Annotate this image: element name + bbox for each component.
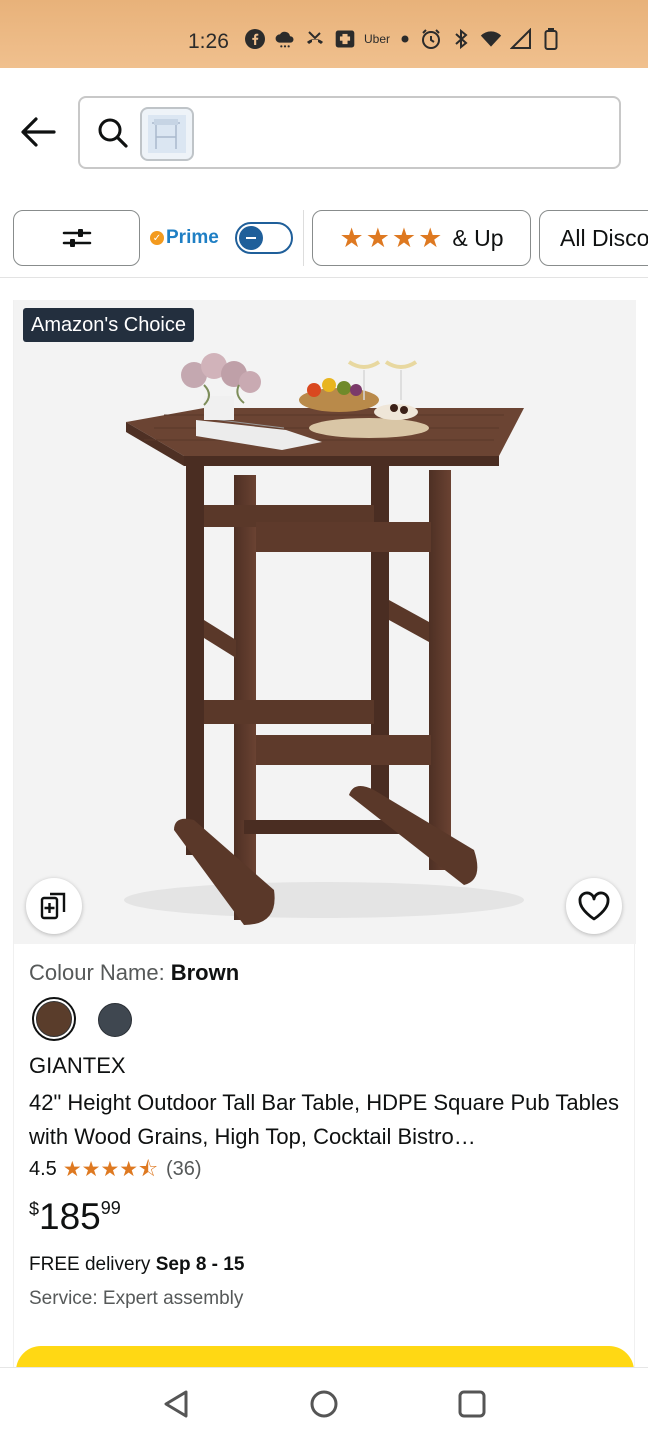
bar-table-image — [124, 353, 524, 925]
filter-row: ✓ Prime ★ ★ ★ ★ & Up All Disco — [0, 196, 648, 278]
arrow-left-icon — [21, 117, 56, 147]
nav-home-icon — [310, 1390, 338, 1418]
prime-check-icon: ✓ — [150, 231, 164, 245]
system-nav-bar — [0, 1367, 648, 1440]
star-icon: ★ — [391, 222, 417, 253]
filters-button[interactable] — [13, 210, 140, 266]
search-icon — [96, 116, 130, 150]
prime-toggle[interactable] — [234, 222, 293, 254]
rating-filter-chip[interactable]: ★ ★ ★ ★ & Up — [312, 210, 531, 266]
bluetooth-icon — [450, 28, 472, 50]
facebook-icon — [244, 28, 266, 50]
price: $18599 — [29, 1196, 121, 1238]
missed-call-icon — [304, 28, 326, 50]
star-icon: ★ — [119, 1158, 139, 1181]
delivery-info: FREE delivery Sep 8 - 15 — [29, 1254, 244, 1276]
filter-divider — [303, 210, 304, 266]
price-whole: 185 — [39, 1196, 101, 1237]
sliders-icon — [62, 229, 91, 247]
product-card[interactable]: Amazon's Choice Colour Name: Brown GIANTE… — [13, 300, 636, 1396]
swatch-brown-fill — [36, 1001, 72, 1037]
search-header — [0, 68, 648, 196]
star-icon: ★ — [339, 222, 364, 253]
discount-label: All Disco — [560, 224, 648, 251]
product-title[interactable]: 42" Height Outdoor Tall Bar Table, HDPE … — [29, 1086, 619, 1154]
colour-line: Colour Name: Brown — [29, 960, 239, 986]
stars-up-label: & Up — [452, 224, 504, 251]
star-icon: ★ — [81, 1158, 101, 1181]
wishlist-button[interactable] — [566, 878, 622, 934]
rating-row[interactable]: 4.5 ★ ★ ★ ★ ⯪ (36) — [29, 1158, 202, 1181]
toggle-knob — [238, 226, 263, 250]
calendar-icon — [334, 28, 356, 50]
search-image-thumbnail[interactable] — [140, 107, 194, 161]
prime-filter[interactable]: ✓ Prime — [150, 210, 293, 266]
product-image[interactable]: Amazon's Choice — [14, 300, 636, 944]
price-fraction: 99 — [100, 1198, 121, 1218]
signal-icon — [510, 28, 532, 50]
uber-icon: Uber — [364, 32, 391, 46]
star-icon: ★ — [418, 222, 443, 253]
star-icon: ★ — [100, 1158, 120, 1181]
nav-home-button[interactable] — [306, 1386, 342, 1422]
compare-button[interactable] — [26, 878, 82, 934]
nav-recents-button[interactable] — [454, 1386, 490, 1422]
heart-icon — [578, 891, 610, 921]
service-info: Service: Expert assembly — [29, 1288, 244, 1309]
star-icon: ★ — [62, 1158, 82, 1181]
delivery-prefix: FREE delivery — [29, 1254, 151, 1275]
status-time: 1:26 — [188, 30, 229, 53]
status-icons: Uber — [244, 28, 562, 50]
prime-text: Prime — [166, 227, 219, 248]
price-currency: $ — [29, 1199, 40, 1219]
brand-name: GIANTEX — [29, 1053, 126, 1078]
colour-label: Colour Name: — [29, 960, 165, 985]
nav-back-button[interactable] — [158, 1386, 194, 1422]
wifi-icon — [480, 28, 502, 50]
rating-stars: ★ ★ ★ ★ ⯪ — [63, 1159, 158, 1180]
battery-icon — [540, 28, 562, 50]
half-star-icon: ⯪ — [138, 1158, 159, 1181]
back-button[interactable] — [18, 114, 58, 150]
amazons-choice-badge: Amazon's Choice — [23, 308, 194, 342]
prime-label: ✓ Prime — [150, 227, 219, 249]
delivery-dates: Sep 8 - 15 — [155, 1254, 245, 1275]
review-count: (36) — [166, 1158, 202, 1180]
discount-filter-chip[interactable]: All Disco — [539, 210, 648, 266]
rating-value: 4.5 — [29, 1158, 57, 1180]
compare-icon — [40, 892, 66, 920]
search-input[interactable] — [78, 96, 621, 169]
colour-value: Brown — [170, 960, 240, 985]
alarm-icon — [420, 28, 442, 50]
star-icon: ★ — [365, 222, 390, 253]
nav-back-icon — [164, 1390, 188, 1418]
dot-icon — [398, 28, 412, 50]
swatch-dark-grey[interactable] — [98, 1003, 132, 1037]
status-bar: 1:26 Uber — [0, 0, 648, 68]
swatch-brown[interactable] — [32, 997, 76, 1041]
nav-recents-icon — [458, 1390, 486, 1418]
cloud-icon — [274, 28, 296, 50]
